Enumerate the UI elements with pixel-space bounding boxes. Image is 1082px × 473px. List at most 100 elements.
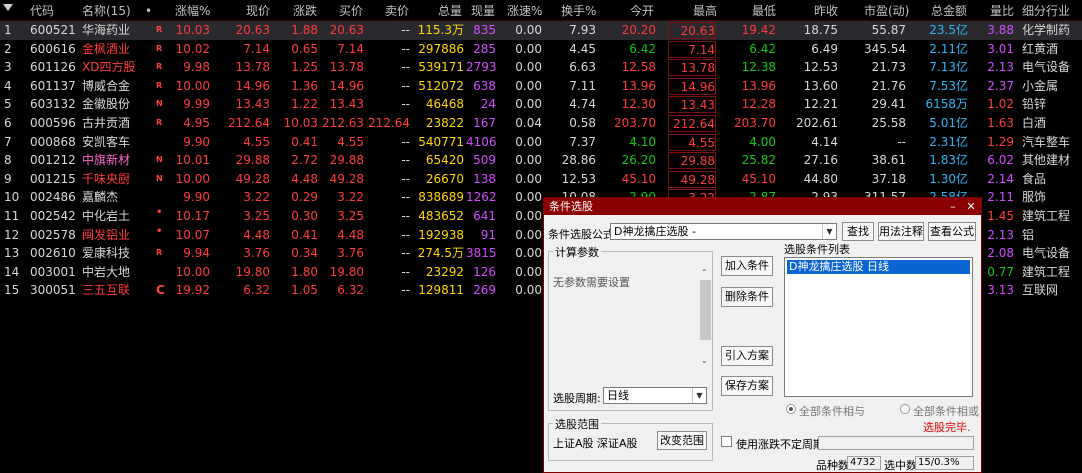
cell-chg: 1.25 bbox=[291, 60, 318, 75]
and-radio-label: 全部条件相与 bbox=[799, 405, 865, 418]
cell-tag: • bbox=[156, 207, 163, 218]
cell-ask: -- bbox=[401, 78, 410, 93]
column-header[interactable]: 今开 bbox=[630, 3, 654, 19]
table-row[interactable]: 3 601126 XD四方股 R 9.98 13.78 1.25 13.78 -- 539171 2… bbox=[0, 58, 1082, 77]
table-row[interactable]: 8 001212 中旗新材 N 10.01 29.88 2.72 29.88 -- 65420 50… bbox=[0, 151, 1082, 170]
cell-open: 26.20 bbox=[621, 153, 656, 168]
column-header[interactable]: 买价 bbox=[339, 3, 363, 19]
cell-turn: 6.63 bbox=[569, 60, 596, 75]
table-row[interactable]: 2 600616 金枫酒业 R 10.02 7.14 0.65 7.14 -- 297886 285… bbox=[0, 40, 1082, 59]
cell-cur: 285 bbox=[473, 41, 496, 56]
cell-turn: 0.58 bbox=[569, 116, 596, 130]
cell-vr: 0.77 bbox=[987, 264, 1014, 279]
column-header[interactable]: 换手% bbox=[561, 3, 596, 19]
column-header[interactable]: 涨幅% bbox=[175, 3, 210, 19]
params-scrollbar[interactable]: ⌃ ⌄ bbox=[700, 268, 711, 366]
cell-spd: 0.00 bbox=[515, 264, 542, 279]
column-header[interactable]: 市盈(动) bbox=[864, 3, 909, 19]
cell-vr: 2.37 bbox=[987, 78, 1014, 93]
view-formula-button[interactable]: 查看公式 bbox=[928, 222, 976, 241]
cell-cur: 638 bbox=[473, 78, 496, 93]
column-header[interactable]: 涨跌 bbox=[293, 3, 317, 19]
cell-code: 601137 bbox=[30, 78, 76, 93]
cell-ask: -- bbox=[401, 23, 410, 37]
cell-spd: 0.00 bbox=[515, 246, 542, 261]
save-scheme-button[interactable]: 保存方案 bbox=[721, 376, 773, 396]
column-header[interactable]: 卖价 bbox=[385, 3, 409, 19]
change-range-button[interactable]: 改变范围 bbox=[657, 431, 707, 450]
column-header[interactable]: 最高 bbox=[693, 3, 717, 19]
variable-period-checkbox[interactable] bbox=[721, 436, 732, 447]
cell-low: 12.38 bbox=[741, 60, 776, 75]
cell-low: 6.42 bbox=[749, 41, 776, 56]
and-radio[interactable] bbox=[786, 404, 796, 414]
column-header[interactable]: 总量 bbox=[438, 3, 462, 19]
or-radio[interactable] bbox=[900, 404, 910, 414]
column-header[interactable]: 代码 bbox=[30, 3, 54, 19]
range-group-title: 选股范围 bbox=[553, 416, 601, 432]
close-icon[interactable]: ✕ bbox=[964, 198, 978, 215]
usage-notes-button[interactable]: 用法注释 bbox=[878, 222, 924, 241]
cell-tag: R bbox=[156, 43, 163, 53]
chevron-down-icon: ▼ bbox=[692, 388, 706, 403]
cell-vol: 297886 bbox=[418, 41, 464, 56]
cell-vol: 129811 bbox=[418, 283, 464, 298]
cell-pct: 9.99 bbox=[183, 97, 210, 112]
row-index: 2 bbox=[4, 41, 12, 56]
table-row[interactable]: 6 000596 古井贡酒 R 4.95 212.64 10.03 212.63 212.64 2… bbox=[0, 114, 1082, 133]
scroll-thumb[interactable] bbox=[700, 280, 711, 340]
condition-list-item[interactable]: D神龙擒庄选股 日线 bbox=[787, 260, 970, 274]
cell-code: 002610 bbox=[30, 246, 76, 261]
table-row[interactable]: 5 603132 金徽股份 N 9.99 13.43 1.22 13.43 -- 46468 24 0… bbox=[0, 95, 1082, 114]
cell-name: 中化岩土 bbox=[82, 209, 131, 223]
dialog-title-bar: 条件选股 – ✕ bbox=[544, 198, 981, 215]
cell-cur: 138 bbox=[473, 171, 496, 186]
column-header[interactable]: • bbox=[145, 3, 152, 19]
cell-pe: 345.54 bbox=[864, 41, 906, 56]
delete-condition-button[interactable]: 删除条件 bbox=[721, 287, 773, 307]
cell-name: XD四方股 bbox=[82, 60, 136, 75]
import-scheme-button[interactable]: 引入方案 bbox=[721, 346, 773, 366]
condition-list[interactable]: D神龙擒庄选股 日线 bbox=[784, 257, 973, 397]
column-header[interactable]: 细分行业 bbox=[1022, 3, 1070, 19]
cell-chg: 0.30 bbox=[291, 209, 318, 223]
formula-select[interactable]: D神龙擒庄选股 - ▼ bbox=[610, 223, 837, 240]
minimize-icon[interactable]: – bbox=[946, 198, 960, 215]
cell-name: 博威合金 bbox=[82, 78, 131, 93]
scroll-down-icon[interactable]: ⌄ bbox=[701, 356, 708, 365]
table-row[interactable]: 4 601137 博威合金 R 10.00 14.96 1.36 14.96 -- 512072 6… bbox=[0, 77, 1082, 96]
cell-cur: 3815 bbox=[466, 246, 497, 261]
cell-vr: 2.11 bbox=[987, 190, 1014, 205]
column-header[interactable]: 现价 bbox=[246, 3, 270, 19]
cell-price: 19.80 bbox=[235, 264, 270, 279]
table-row[interactable]: 9 001215 千味央厨 N 10.00 49.28 4.48 49.28 -- 26670 13… bbox=[0, 170, 1082, 189]
cell-chg: 10.03 bbox=[283, 116, 318, 130]
cell-cur: 269 bbox=[473, 283, 496, 298]
cell-high: 13.78 bbox=[668, 59, 716, 77]
sort-desc-icon[interactable] bbox=[3, 4, 13, 11]
column-header[interactable]: 昨收 bbox=[814, 3, 838, 19]
cell-vr: 2.14 bbox=[987, 171, 1014, 186]
column-header[interactable]: 现量 bbox=[471, 3, 495, 19]
cell-price: 3.22 bbox=[243, 190, 270, 205]
table-row[interactable]: 1 600521 华海药业 R 10.03 20.63 1.88 20.63 -- 115.3万 8… bbox=[0, 21, 1082, 40]
cell-vr: 1.02 bbox=[987, 97, 1014, 112]
scroll-up-icon[interactable]: ⌃ bbox=[701, 268, 708, 277]
cell-chg: 0.41 bbox=[291, 227, 318, 242]
hit-value: 15/0.3% bbox=[915, 456, 974, 470]
column-header[interactable]: 涨速% bbox=[507, 3, 542, 19]
table-row[interactable]: 7 000868 安凯客车 9.90 4.55 0.41 4.55 -- 540771 4106 0… bbox=[0, 133, 1082, 152]
cell-ind: 铅锌 bbox=[1022, 97, 1047, 112]
column-header[interactable]: 名称(15) bbox=[82, 3, 131, 19]
cell-bid: 3.76 bbox=[337, 246, 364, 261]
period-select[interactable]: 日线 ▼ bbox=[603, 387, 707, 404]
column-header[interactable]: 量比 bbox=[990, 3, 1014, 19]
cell-pct: 10.01 bbox=[175, 153, 210, 168]
cell-spd: 0.00 bbox=[515, 227, 542, 242]
find-button[interactable]: 查找 bbox=[842, 222, 874, 241]
column-header[interactable]: 总金额 bbox=[931, 3, 967, 19]
column-header[interactable]: 最低 bbox=[752, 3, 776, 19]
cell-pe: 21.73 bbox=[871, 60, 906, 75]
add-condition-button[interactable]: 加入条件 bbox=[721, 256, 773, 276]
cell-low: 203.70 bbox=[734, 116, 776, 130]
